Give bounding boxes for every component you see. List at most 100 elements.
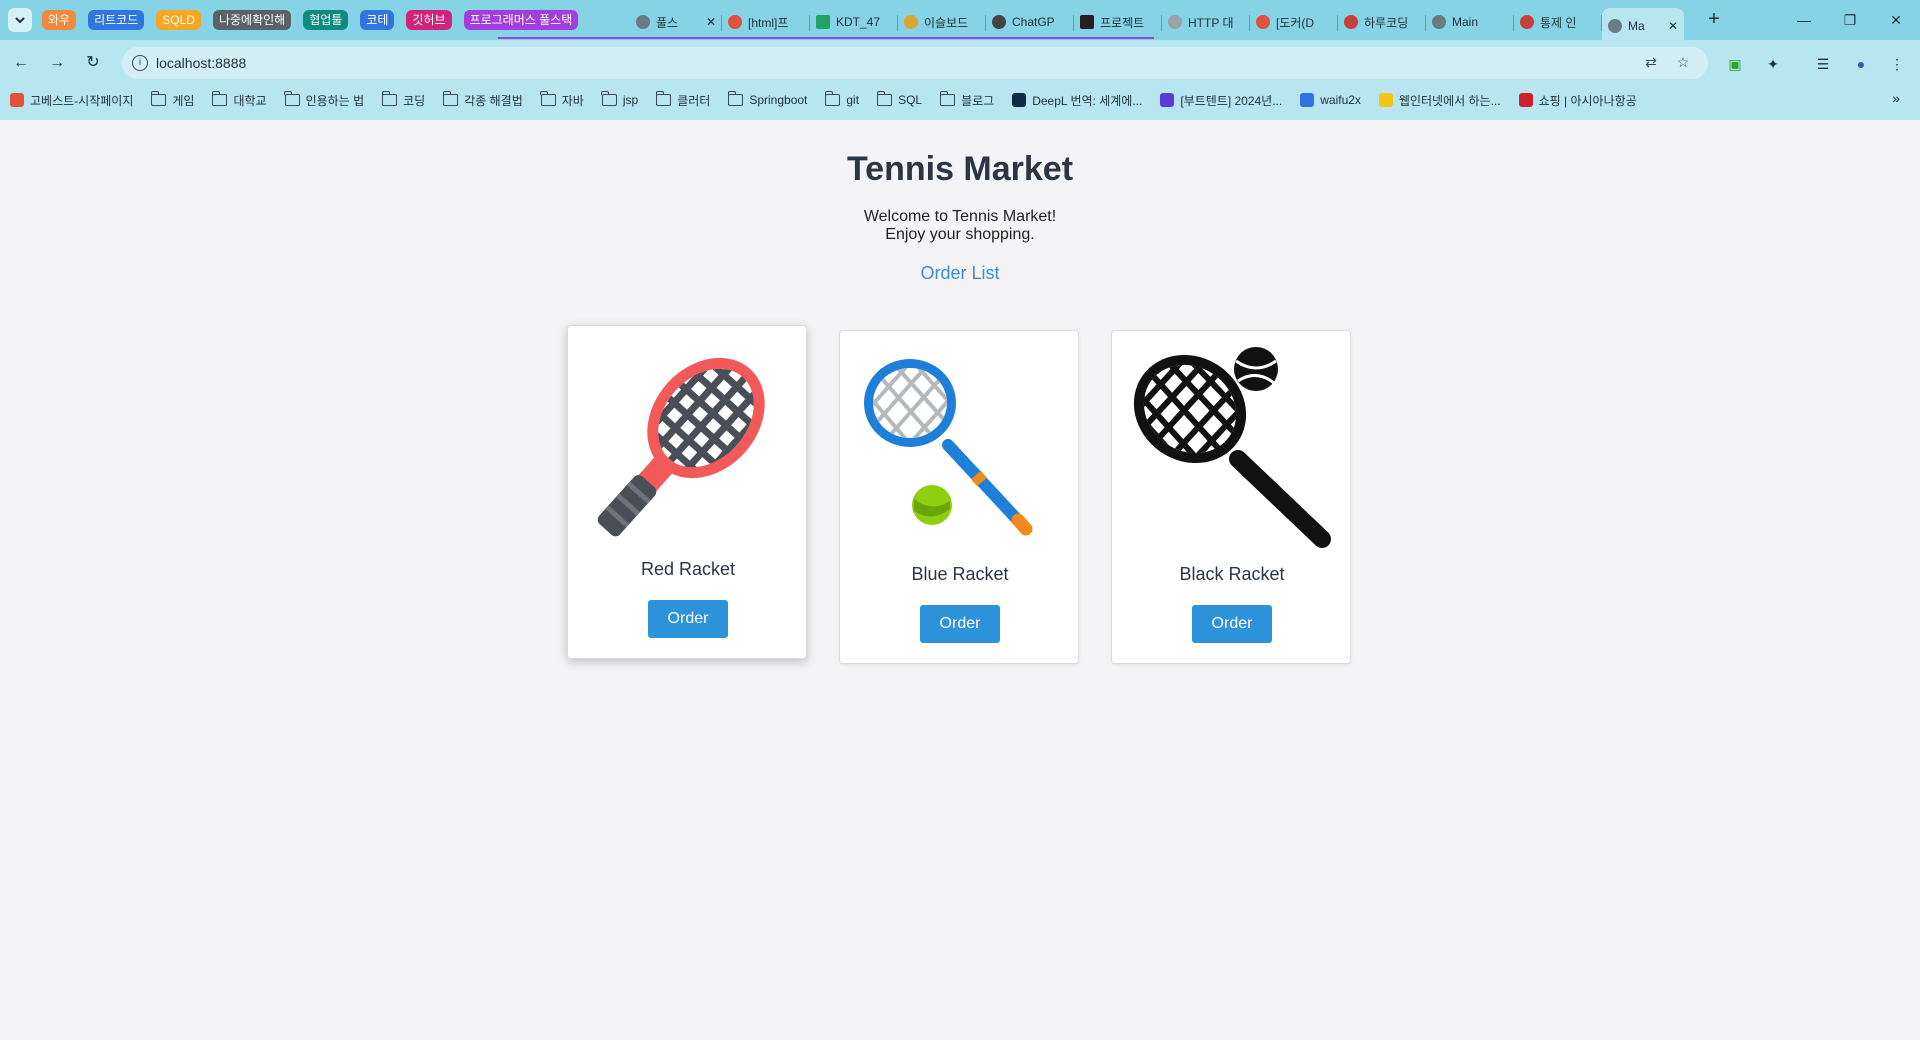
bookmark-label: jsp — [622, 93, 639, 107]
site-favicon-icon — [1378, 93, 1393, 107]
bookmark-star-icon[interactable]: ☆ — [1674, 54, 1692, 72]
bookmarks-overflow-icon[interactable]: » — [1892, 90, 1900, 106]
bookmark-folder[interactable]: SQL — [876, 91, 923, 107]
browser-tab[interactable]: 이슬보드 — [898, 6, 986, 38]
browser-chrome: 와우 리트코드 SQLD 나중에확인해 협업툴 코테 깃허브 프로그래머스 풀스… — [0, 0, 1920, 120]
tab-label: 프로젝트 — [1100, 15, 1145, 30]
product-name: Red Racket — [640, 559, 736, 579]
tab-label: 풀스 — [656, 15, 679, 30]
bookmark-folder[interactable]: 클러터 — [655, 91, 711, 109]
tab-group[interactable]: 나중에확인해 — [212, 10, 292, 30]
order-button[interactable]: Order — [1192, 605, 1272, 643]
tab-label: [도커(D — [1276, 15, 1315, 30]
tab-group[interactable]: 깃허브 — [406, 10, 452, 30]
profile-avatar-icon[interactable]: ● — [1852, 55, 1870, 73]
page-title: Tennis Market — [846, 150, 1074, 188]
tab-label: KDT_47 — [836, 15, 881, 29]
site-favicon-icon — [1300, 93, 1315, 107]
tab-label: ChatGP — [1012, 15, 1055, 29]
bookmark-label: 쇼핑 | 아시아나항공 — [1538, 93, 1637, 108]
bookmark-item[interactable]: [부트텐트] 2024년... — [1160, 92, 1282, 109]
bookmark-item[interactable]: 고베스트-시작페이지 — [10, 92, 133, 109]
browser-tab[interactable]: 풀스 ✕ — [630, 6, 722, 38]
tab-label: Ma — [1628, 19, 1645, 33]
browser-tab[interactable]: [html]프 — [722, 6, 810, 38]
product-card: Black Racket Order — [1111, 330, 1351, 664]
translate-icon[interactable]: ⇄ — [1642, 54, 1660, 72]
bookmark-folder[interactable]: 자바 — [540, 91, 584, 109]
folder-icon — [601, 91, 617, 106]
globe-icon — [1608, 19, 1622, 33]
url-text[interactable]: localhost:8888 — [156, 55, 246, 71]
browser-tab[interactable]: Main — [1426, 6, 1514, 38]
bookmark-label: 클러터 — [677, 93, 711, 108]
bookmark-item[interactable]: DeepL 번역: 세계에... — [1012, 92, 1142, 109]
site-info-icon[interactable]: i — [132, 55, 148, 71]
menu-kebab-icon[interactable]: ⋮ — [1888, 55, 1906, 73]
folder-icon — [939, 91, 956, 106]
blue-racket-icon — [864, 359, 1033, 536]
tab-group[interactable]: 리트코드 — [88, 10, 145, 30]
close-icon[interactable]: ✕ — [706, 15, 716, 29]
bookmark-label: 고베스트-시작페이지 — [30, 93, 134, 108]
browser-tab[interactable]: 하루코딩 — [1338, 6, 1426, 38]
bookmark-folder[interactable]: 각종 해결법 — [442, 91, 523, 109]
close-icon[interactable]: ✕ — [1668, 19, 1678, 33]
bookmark-label: SQL — [898, 93, 923, 107]
product-card: Blue Racket Order — [839, 330, 1079, 664]
bookmark-folder[interactable]: jsp — [601, 91, 639, 107]
browser-tab[interactable]: 통제 인 — [1514, 6, 1602, 38]
browser-tab[interactable]: KDT_47 — [810, 6, 898, 38]
tab-group[interactable]: SQLD — [156, 10, 201, 30]
order-list-link[interactable]: Order List — [0, 263, 1920, 284]
folder-icon — [540, 91, 556, 106]
chatgpt-icon — [992, 15, 1006, 29]
forward-button[interactable]: → — [44, 50, 70, 76]
bookmark-folder[interactable]: 게임 — [150, 91, 195, 109]
page-content: Tennis Market Welcome to Tennis Market! … — [0, 120, 1920, 1040]
bookmark-label: DeepL 번역: 세계에... — [1032, 93, 1143, 108]
bookmark-item[interactable]: waifu2x — [1300, 93, 1361, 107]
chevron-down-icon — [15, 17, 25, 24]
bookmark-folder[interactable]: 코딩 — [381, 91, 425, 109]
back-button[interactable]: ← — [8, 50, 34, 76]
extensions-puzzle-icon[interactable]: ✦ — [1764, 55, 1782, 73]
new-tab-button[interactable]: + — [1702, 8, 1726, 32]
restore-button[interactable]: ❐ — [1838, 8, 1862, 32]
address-bar[interactable]: i localhost:8888 ⇄ ☆ — [122, 47, 1708, 79]
bookmark-label: 블로그 — [961, 93, 995, 108]
bookmark-label: 게임 — [172, 93, 195, 108]
browser-tab[interactable]: HTTP 대 — [1162, 6, 1250, 38]
bookmark-folder[interactable]: 블로그 — [939, 91, 995, 109]
browser-tab[interactable]: [도커(D — [1250, 6, 1338, 38]
arrow-right-icon: → — [49, 54, 65, 71]
tab-group[interactable]: 코테 — [360, 10, 395, 30]
order-button[interactable]: Order — [648, 600, 728, 638]
close-window-button[interactable]: ✕ — [1884, 8, 1908, 32]
tab-group[interactable]: 프로그래머스 풀스택 — [463, 10, 579, 30]
folder-icon — [876, 91, 893, 106]
bookmark-folder[interactable]: 인용하는 법 — [284, 91, 364, 109]
deepl-icon — [1012, 93, 1027, 107]
active-browser-tab[interactable]: Ma ✕ — [1602, 8, 1684, 44]
bookmark-item[interactable]: 웹인터넷에서 하는... — [1378, 92, 1501, 109]
reload-button[interactable]: ↻ — [80, 50, 106, 76]
site-favicon-icon — [1520, 15, 1534, 29]
minimize-button[interactable]: — — [1792, 8, 1816, 32]
extension-green-icon[interactable]: ▣ — [1726, 55, 1744, 73]
bookmark-folder[interactable]: Springboot — [727, 91, 807, 107]
reading-list-icon[interactable]: ☰ — [1814, 55, 1832, 73]
bookmark-folder[interactable]: 대학교 — [211, 91, 267, 109]
bookmark-item[interactable]: 쇼핑 | 아시아나항공 — [1518, 92, 1637, 109]
folder-icon — [284, 91, 300, 106]
tab-group[interactable]: 와우 — [42, 10, 77, 30]
bookmark-folder[interactable]: git — [824, 91, 859, 107]
order-button[interactable]: Order — [920, 605, 1000, 643]
tab-group[interactable]: 협업툴 — [303, 10, 349, 30]
browser-tab[interactable]: 프로젝트 — [1074, 6, 1162, 38]
tab-search-button[interactable] — [8, 8, 32, 32]
globe-icon — [1432, 15, 1446, 29]
tab-list: 풀스 ✕ [html]프 KDT_47 이슬보드 ChatGP 프로젝트 HTT… — [630, 4, 1684, 44]
site-favicon-icon — [1080, 15, 1094, 29]
browser-tab[interactable]: ChatGP — [986, 6, 1074, 38]
